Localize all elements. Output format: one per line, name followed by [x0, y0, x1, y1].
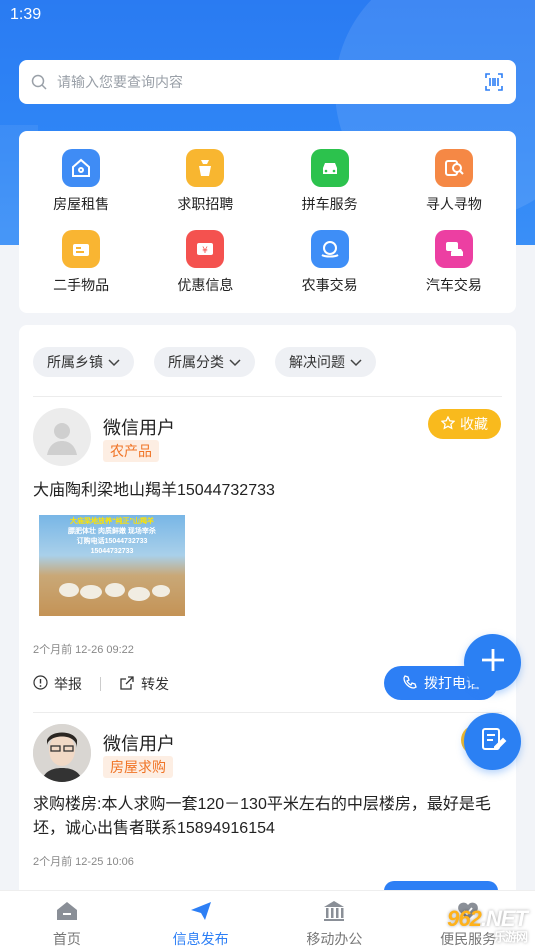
category-label: 寻人寻物: [425, 196, 482, 212]
favorite-button[interactable]: 收藏: [428, 409, 501, 439]
category-label: 拼车服务: [301, 196, 358, 212]
image-text-line: 膘肥体壮 肉质鲜嫩 现场宰杀: [68, 528, 156, 535]
car-icon: [310, 149, 349, 187]
secondhand-icon: [62, 230, 101, 268]
coupon-icon: ¥: [186, 230, 225, 268]
tab-publish[interactable]: 信息发布: [134, 891, 268, 951]
bag-icon: [186, 149, 225, 187]
category-jobs[interactable]: 求职招聘: [143, 149, 267, 230]
category-grid: 房屋租售 求职招聘 拼车服务 寻人寻物 二手物品 ¥ 优惠信息 农事交易 汽车交…: [19, 131, 516, 313]
divider: [33, 396, 502, 397]
farm-trade-icon: [310, 230, 349, 268]
post-username: 微信用户: [103, 734, 175, 754]
plus-icon: [480, 647, 506, 678]
post-tag: 房屋求购: [103, 756, 173, 778]
category-label: 优惠信息: [177, 277, 234, 293]
category-secondhand[interactable]: 二手物品: [19, 230, 143, 311]
category-car-trade[interactable]: 汽车交易: [392, 230, 516, 311]
car-trade-icon: [434, 230, 473, 268]
category-label: 二手物品: [53, 277, 110, 293]
category-lost-found[interactable]: 寻人寻物: [392, 149, 516, 230]
share-button[interactable]: 转发: [119, 674, 169, 694]
search-input[interactable]: 请输入您要查询内容: [57, 72, 484, 92]
send-icon: [189, 900, 213, 925]
filter-resolved[interactable]: 解决问题: [275, 347, 376, 377]
post-time: 2个月前 12-26 09:22: [33, 644, 134, 656]
category-label: 农事交易: [301, 277, 358, 293]
search-icon: [31, 74, 47, 90]
post-text: 大庙陶利梁地山羯羊15044732733: [33, 482, 275, 499]
filter-bar: 所属乡镇 所属分类 解决问题: [33, 347, 376, 377]
edit-notes-button[interactable]: [464, 713, 521, 770]
chevron-down-icon: [229, 354, 241, 370]
filter-town[interactable]: 所属乡镇: [33, 347, 134, 377]
category-farm-trade[interactable]: 农事交易: [268, 230, 392, 311]
house-icon: [62, 149, 101, 187]
feed-panel: 所属乡镇 所属分类 解决问题 微信用户 农产品 收藏 大庙陶利梁地山羯羊1504…: [19, 325, 516, 905]
chevron-down-icon: [350, 354, 362, 370]
avatar: [33, 724, 91, 782]
status-time: 1:39: [10, 6, 42, 23]
post-actions: 举报 转发: [33, 674, 169, 694]
office-icon: [322, 900, 346, 925]
star-icon: [440, 414, 456, 433]
category-label: 求职招聘: [177, 196, 234, 212]
filter-category[interactable]: 所属分类: [154, 347, 255, 377]
post-tag: 农产品: [103, 440, 159, 462]
image-text-line: 15044732733: [90, 548, 134, 555]
svg-text:¥: ¥: [203, 246, 209, 256]
tab-home[interactable]: 首页: [0, 891, 134, 951]
image-text-line: 订购电话15044732733: [76, 538, 148, 545]
search-person-icon: [434, 149, 473, 187]
divider: [33, 712, 502, 713]
report-button[interactable]: 举报: [33, 674, 82, 694]
search-bar[interactable]: 请输入您要查询内容: [19, 60, 516, 104]
image-text-line: 大庙梁地放养“纯正”山羯羊: [70, 518, 154, 525]
share-icon: [119, 675, 135, 694]
tab-office[interactable]: 移动办公: [268, 891, 402, 951]
watermark-logo: 962.NET 乐游网: [447, 906, 528, 944]
phone-icon: [402, 674, 418, 693]
post-text: 求购楼房:本人求购一套120－130平米左右的中层楼房，最好是毛坯，诚心出售者联…: [33, 796, 491, 837]
home-icon: [55, 900, 79, 925]
category-label: 汽车交易: [425, 277, 482, 293]
edit-notes-icon: [479, 725, 507, 758]
avatar: [33, 408, 91, 466]
category-carpool[interactable]: 拼车服务: [268, 149, 392, 230]
add-post-button[interactable]: [464, 634, 521, 691]
category-house[interactable]: 房屋租售: [19, 149, 143, 230]
category-label: 房屋租售: [53, 196, 110, 212]
post-username: 微信用户: [103, 418, 175, 438]
category-discount[interactable]: ¥ 优惠信息: [143, 230, 267, 311]
post-time: 2个月前 12-25 10:06: [33, 856, 134, 868]
scan-icon[interactable]: [484, 72, 504, 92]
post-image[interactable]: 大庙梁地放养“纯正”山羯羊 膘肥体壮 肉质鲜嫩 现场宰杀 订购电话1504473…: [39, 515, 185, 616]
info-icon: [33, 675, 48, 693]
chevron-down-icon: [108, 354, 120, 370]
